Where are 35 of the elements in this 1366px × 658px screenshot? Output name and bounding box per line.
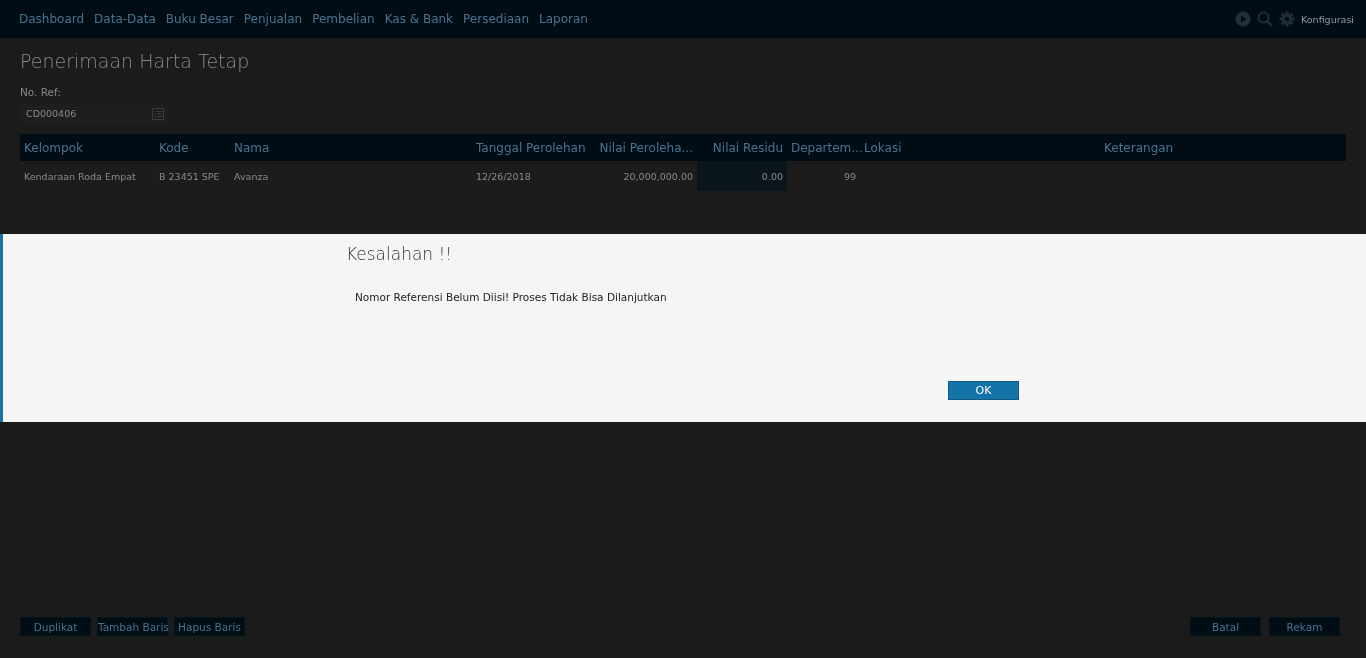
play-icon[interactable] — [1235, 11, 1252, 27]
column-header[interactable]: Keterangan — [1100, 134, 1346, 161]
action-button[interactable]: Batal — [1190, 617, 1261, 636]
nav-menu-item[interactable]: Persediaan — [458, 12, 535, 26]
column-header[interactable]: Kode — [155, 134, 230, 161]
table-cell[interactable]: 20,000,000.00 — [590, 161, 697, 191]
nav-menu-item[interactable]: Laporan — [534, 12, 593, 26]
settings-label[interactable]: Konfigurasi — [1301, 13, 1354, 25]
action-button[interactable]: Rekam — [1269, 617, 1340, 636]
action-button[interactable]: Tambah Baris — [97, 617, 168, 636]
nav-menu-item[interactable]: Pembelian — [307, 12, 380, 26]
table-cell[interactable]: 99 — [787, 161, 860, 191]
column-header[interactable]: Tanggal Perolehan — [472, 134, 590, 161]
nav-menu-item[interactable]: Data-Data — [89, 12, 161, 26]
nav-menu-item[interactable]: Kas & Bank — [379, 12, 459, 26]
action-button[interactable]: Hapus Baris — [174, 617, 245, 636]
column-header[interactable]: Nama — [230, 134, 472, 161]
column-header[interactable]: Lokasi — [860, 134, 1100, 161]
column-header[interactable]: Kelompok — [20, 134, 155, 161]
page-title: Penerimaan Harta Tetap — [20, 50, 251, 74]
settings-icon[interactable] — [1279, 11, 1296, 27]
nav-menu-item[interactable]: Dashboard — [14, 12, 90, 26]
list-icon[interactable] — [152, 107, 164, 120]
table-cell[interactable]: 0.00 — [697, 161, 787, 191]
dialog-message: Nomor Referensi Belum Diisi! Proses Tidak Bisa Dilanjutkan — [355, 291, 667, 303]
ref-label: No. Ref: — [20, 86, 61, 98]
ok-button[interactable]: OK — [948, 381, 1019, 400]
dialog-title: Kesalahan !! — [346, 244, 453, 264]
search-icon[interactable] — [1257, 11, 1274, 27]
column-header[interactable]: Departem... — [787, 134, 860, 161]
action-button[interactable]: Duplikat — [20, 617, 91, 636]
column-header[interactable]: Nilai Peroleha... — [590, 134, 697, 161]
column-header[interactable]: Nilai Residu — [697, 134, 787, 161]
nav-menu-item[interactable]: Buku Besar — [160, 12, 239, 26]
nav-menu-item[interactable]: Penjualan — [238, 12, 308, 26]
